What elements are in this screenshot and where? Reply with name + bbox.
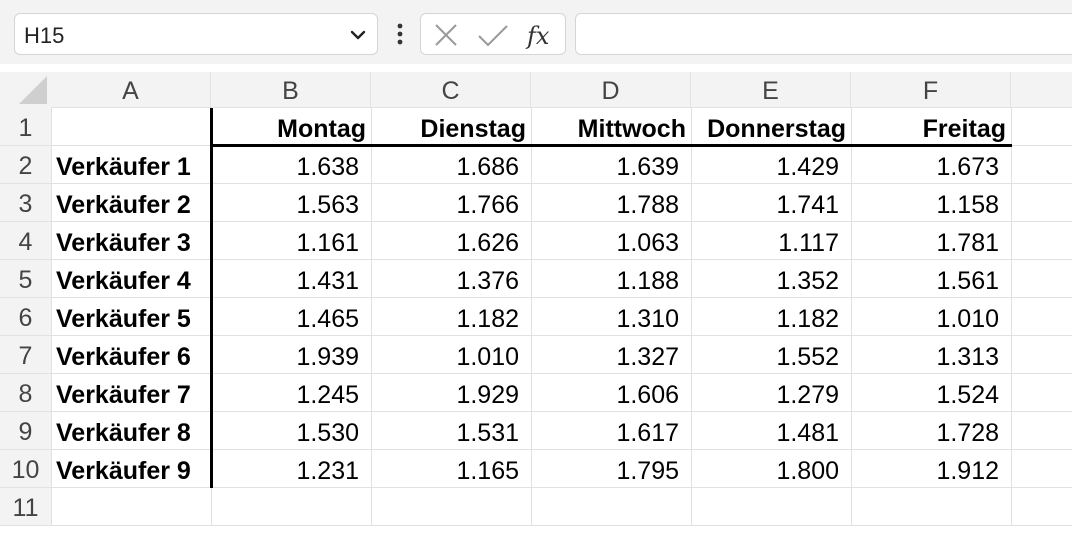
- sales-value-cell[interactable]: 1.352: [691, 260, 851, 298]
- row-header-4[interactable]: 4: [0, 222, 51, 260]
- sales-value-cell[interactable]: 1.686: [371, 146, 531, 184]
- row-header-5[interactable]: 5: [0, 260, 51, 298]
- sales-value-cell[interactable]: 1.524: [851, 374, 1011, 412]
- gridline-horizontal: [51, 525, 1072, 526]
- sales-value-cell[interactable]: 1.117: [691, 222, 851, 260]
- sales-value-cell[interactable]: 1.728: [851, 412, 1011, 450]
- row-header-1[interactable]: 1: [0, 108, 51, 146]
- sales-value-cell[interactable]: 1.376: [371, 260, 531, 298]
- seller-label-cell[interactable]: Verkäufer 3: [51, 222, 211, 260]
- name-box[interactable]: H15: [14, 13, 378, 55]
- sales-value-cell[interactable]: 1.741: [691, 184, 851, 222]
- sales-value-cell[interactable]: 1.530: [211, 412, 371, 450]
- formula-bar: H15 fx: [0, 0, 1072, 64]
- seller-label-cell[interactable]: Verkäufer 2: [51, 184, 211, 222]
- sales-value-cell[interactable]: 1.781: [851, 222, 1011, 260]
- sales-value-cell[interactable]: 1.552: [691, 336, 851, 374]
- gridline-vertical: [1011, 108, 1012, 526]
- sales-value-cell[interactable]: 1.161: [211, 222, 371, 260]
- sales-value-cell[interactable]: 1.766: [371, 184, 531, 222]
- sales-value-cell[interactable]: 1.929: [371, 374, 531, 412]
- day-header-cell[interactable]: Dienstag: [371, 108, 531, 146]
- sales-value-cell[interactable]: 1.429: [691, 146, 851, 184]
- row-header-6[interactable]: 6: [0, 298, 51, 336]
- sales-value-cell[interactable]: 1.158: [851, 184, 1011, 222]
- sales-value-cell[interactable]: 1.617: [531, 412, 691, 450]
- sales-value-cell[interactable]: 1.279: [691, 374, 851, 412]
- sales-value-cell[interactable]: 1.673: [851, 146, 1011, 184]
- column-header-f[interactable]: F: [851, 72, 1011, 108]
- column-header-d[interactable]: D: [531, 72, 691, 108]
- sales-value-cell[interactable]: 1.188: [531, 260, 691, 298]
- sales-value-cell[interactable]: 1.638: [211, 146, 371, 184]
- seller-label-cell[interactable]: Verkäufer 9: [51, 450, 211, 488]
- label-column-right-border: [210, 108, 213, 488]
- seller-label-cell[interactable]: Verkäufer 7: [51, 374, 211, 412]
- sales-value-cell[interactable]: 1.310: [531, 298, 691, 336]
- row-header-8[interactable]: 8: [0, 374, 51, 412]
- sales-value-cell[interactable]: 1.912: [851, 450, 1011, 488]
- sales-value-cell[interactable]: 1.639: [531, 146, 691, 184]
- sales-value-cell[interactable]: 1.231: [211, 450, 371, 488]
- row-header-2[interactable]: 2: [0, 146, 51, 184]
- sales-value-cell[interactable]: 1.795: [531, 450, 691, 488]
- day-header-cell[interactable]: Mittwoch: [531, 108, 691, 146]
- more-vertical-icon[interactable]: [393, 20, 407, 50]
- sales-value-cell[interactable]: 1.165: [371, 450, 531, 488]
- day-header-cell[interactable]: Montag: [211, 108, 371, 146]
- sales-value-cell[interactable]: 1.563: [211, 184, 371, 222]
- column-header-e[interactable]: E: [691, 72, 851, 108]
- sales-value-cell[interactable]: 1.800: [691, 450, 851, 488]
- column-header-b[interactable]: B: [211, 72, 371, 108]
- header-bottom-border: [211, 144, 1012, 147]
- svg-text:fx: fx: [525, 22, 550, 50]
- sales-value-cell[interactable]: 1.313: [851, 336, 1011, 374]
- column-header-a[interactable]: A: [51, 72, 211, 108]
- column-header-c[interactable]: C: [371, 72, 531, 108]
- cancel-x-icon[interactable]: [431, 20, 461, 50]
- enter-check-icon[interactable]: [476, 20, 510, 50]
- sales-value-cell[interactable]: 1.010: [851, 298, 1011, 336]
- sales-value-cell[interactable]: 1.245: [211, 374, 371, 412]
- formula-input[interactable]: [575, 13, 1072, 55]
- sales-value-cell[interactable]: 1.327: [531, 336, 691, 374]
- sales-value-cell[interactable]: 1.788: [531, 184, 691, 222]
- row-header-7[interactable]: 7: [0, 336, 51, 374]
- sales-value-cell[interactable]: 1.063: [531, 222, 691, 260]
- sales-value-cell[interactable]: 1.465: [211, 298, 371, 336]
- seller-label-cell[interactable]: Verkäufer 6: [51, 336, 211, 374]
- sales-value-cell[interactable]: 1.182: [371, 298, 531, 336]
- name-box-value[interactable]: H15: [24, 23, 64, 49]
- sales-value-cell[interactable]: 1.431: [211, 260, 371, 298]
- column-header-g[interactable]: [1011, 72, 1072, 108]
- seller-label-cell[interactable]: Verkäufer 8: [51, 412, 211, 450]
- sales-value-cell[interactable]: 1.531: [371, 412, 531, 450]
- formula-actions: fx: [420, 13, 566, 55]
- sales-value-cell[interactable]: 1.606: [531, 374, 691, 412]
- select-all-triangle-icon: [19, 76, 47, 104]
- sales-value-cell[interactable]: 1.010: [371, 336, 531, 374]
- seller-label-cell[interactable]: Verkäufer 4: [51, 260, 211, 298]
- cell-a1[interactable]: [51, 108, 211, 146]
- row-header-10[interactable]: 10: [0, 450, 51, 488]
- chevron-down-icon[interactable]: [349, 28, 367, 42]
- insert-function-icon[interactable]: fx: [525, 20, 557, 50]
- sales-value-cell[interactable]: 1.561: [851, 260, 1011, 298]
- row-header-3[interactable]: 3: [0, 184, 51, 222]
- sales-value-cell[interactable]: 1.939: [211, 336, 371, 374]
- day-header-cell[interactable]: Freitag: [851, 108, 1011, 146]
- sales-value-cell[interactable]: 1.481: [691, 412, 851, 450]
- row-header-11[interactable]: 11: [0, 488, 51, 526]
- row-header-9[interactable]: 9: [0, 412, 51, 450]
- seller-label-cell[interactable]: Verkäufer 1: [51, 146, 211, 184]
- sales-value-cell[interactable]: 1.626: [371, 222, 531, 260]
- sales-value-cell[interactable]: 1.182: [691, 298, 851, 336]
- day-header-cell[interactable]: Donnerstag: [691, 108, 851, 146]
- seller-label-cell[interactable]: Verkäufer 5: [51, 298, 211, 336]
- select-all-corner[interactable]: [0, 72, 51, 108]
